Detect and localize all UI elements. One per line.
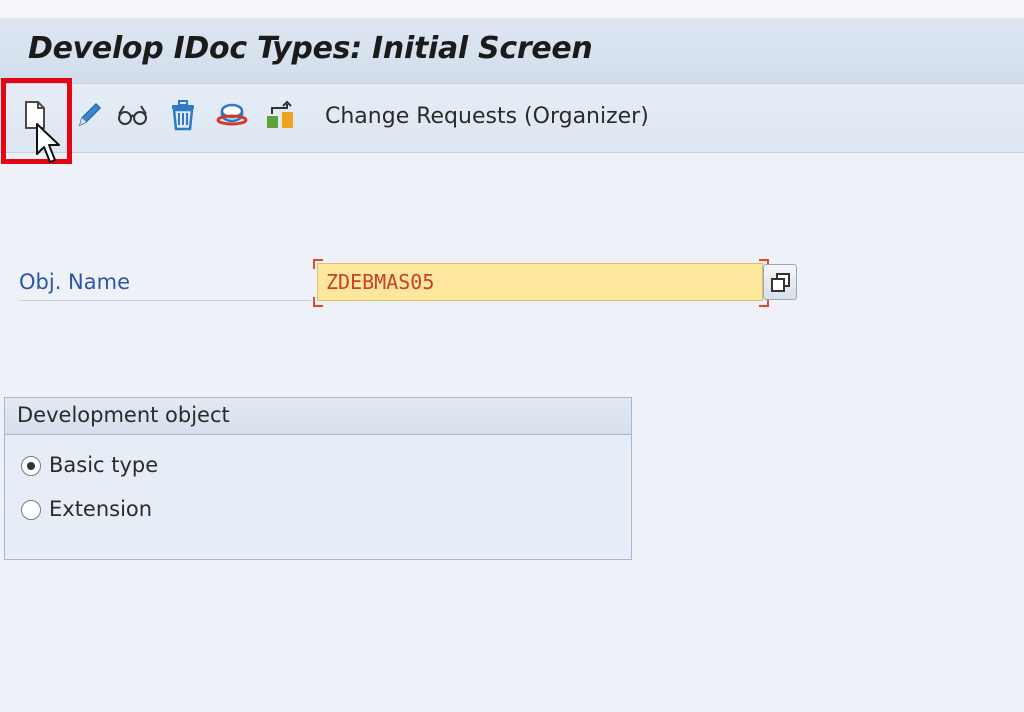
radio-basic-type-label: Basic type xyxy=(49,453,159,477)
page-title: Develop IDoc Types: Initial Screen xyxy=(28,31,593,66)
where-used-icon[interactable] xyxy=(263,98,297,132)
required-marker-top-left xyxy=(313,259,323,269)
development-object-group: Development object Basic type Extension xyxy=(4,397,632,560)
radio-extension-label: Extension xyxy=(49,497,153,521)
value-help-button[interactable] xyxy=(763,264,797,300)
radio-button-checked[interactable] xyxy=(21,456,41,476)
mouse-cursor-icon xyxy=(34,122,68,166)
change-pencil-icon[interactable] xyxy=(72,98,106,132)
group-title: Development object xyxy=(17,403,230,427)
display-glasses-icon[interactable] xyxy=(115,98,149,132)
delete-trash-icon[interactable] xyxy=(166,98,200,132)
obj-name-label-text: Obj. Name xyxy=(19,270,130,294)
radio-button-unchecked[interactable] xyxy=(21,500,41,520)
obj-name-input[interactable] xyxy=(317,263,763,301)
change-requests-button[interactable]: Change Requests (Organizer) xyxy=(325,104,649,129)
check-icon[interactable] xyxy=(215,98,249,132)
group-header: Development object xyxy=(5,398,631,435)
required-marker-bottom-left xyxy=(313,297,323,307)
top-strip xyxy=(0,0,1024,19)
obj-name-label: Obj. Name xyxy=(19,268,311,301)
value-help-icon xyxy=(771,273,790,292)
title-bar: Develop IDoc Types: Initial Screen xyxy=(0,19,1024,84)
application-toolbar: Change Requests (Organizer) xyxy=(0,84,1024,153)
